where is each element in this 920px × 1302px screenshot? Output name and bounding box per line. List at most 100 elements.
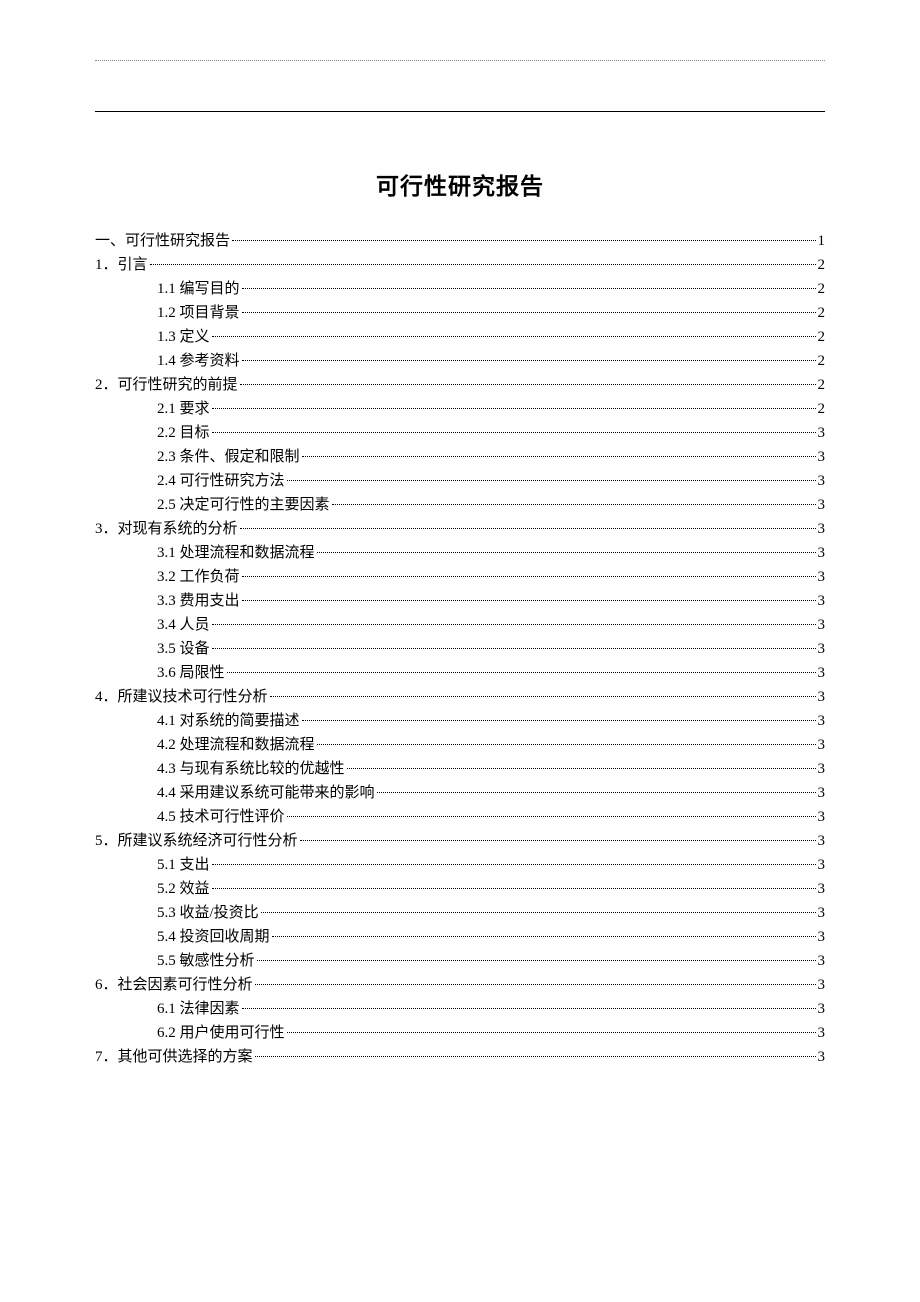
- toc-entry-page: 2: [818, 349, 826, 373]
- toc-entry: 1.4 参考资料2: [95, 349, 825, 373]
- toc-leader-dots: [300, 840, 816, 841]
- toc-entry-page: 3: [818, 949, 826, 973]
- toc-leader-dots: [212, 408, 816, 409]
- toc-entry-label: 4．所建议技术可行性分析: [95, 685, 268, 709]
- toc-entry-label: 2.5 决定可行性的主要因素: [157, 493, 330, 517]
- toc-entry: 7．其他可供选择的方案 3: [95, 1045, 825, 1069]
- toc-leader-dots: [240, 528, 816, 529]
- header-dotted-line: [95, 60, 825, 61]
- toc-entry-label: 2.3 条件、假定和限制: [157, 445, 300, 469]
- toc-entry-label: 4.4 采用建议系统可能带来的影响: [157, 781, 375, 805]
- toc-entry: 6.2 用户使用可行性3: [95, 1021, 825, 1045]
- toc-entry-label: 5．所建议系统经济可行性分析: [95, 829, 298, 853]
- toc-leader-dots: [150, 264, 816, 265]
- toc-entry-page: 3: [818, 589, 826, 613]
- toc-leader-dots: [212, 432, 816, 433]
- toc-entry-page: 3: [818, 541, 826, 565]
- toc-leader-dots: [242, 312, 816, 313]
- toc-entry-page: 3: [818, 733, 826, 757]
- toc-entry-label: 5.5 敏感性分析: [157, 949, 255, 973]
- toc-entry: 6．社会因素可行性分析3: [95, 973, 825, 997]
- toc-leader-dots: [242, 288, 816, 289]
- toc-entry-label: 5.1 支出: [157, 853, 210, 877]
- toc-entry-label: 3.5 设备: [157, 637, 210, 661]
- toc-entry-page: 3: [818, 637, 826, 661]
- toc-entry-label: 3．对现有系统的分析: [95, 517, 238, 541]
- toc-entry-page: 3: [818, 661, 826, 685]
- toc-entry: 4．所建议技术可行性分析 3: [95, 685, 825, 709]
- toc-entry-page: 3: [818, 469, 826, 493]
- toc-leader-dots: [377, 792, 816, 793]
- toc-entry-label: 2．可行性研究的前提: [95, 373, 238, 397]
- toc-entry-page: 3: [818, 517, 826, 541]
- toc-entry: 3.3 费用支出 3: [95, 589, 825, 613]
- toc-entry-page: 3: [818, 565, 826, 589]
- toc-entry-page: 3: [818, 997, 826, 1021]
- toc-entry-page: 3: [818, 445, 826, 469]
- toc-leader-dots: [240, 384, 816, 385]
- toc-leader-dots: [257, 960, 816, 961]
- toc-entry: 2.5 决定可行性的主要因素 3: [95, 493, 825, 517]
- toc-leader-dots: [302, 720, 816, 721]
- toc-entry: 4.2 处理流程和数据流程 3: [95, 733, 825, 757]
- toc-entry: 1.3 定义2: [95, 325, 825, 349]
- toc-entry-label: 1.2 项目背景: [157, 301, 240, 325]
- toc-entry-page: 3: [818, 709, 826, 733]
- toc-entry-page: 2: [818, 373, 826, 397]
- toc-entry: 1．引言2: [95, 253, 825, 277]
- toc-leader-dots: [212, 888, 816, 889]
- toc-entry-label: 3.3 费用支出: [157, 589, 240, 613]
- toc-leader-dots: [255, 1056, 816, 1057]
- toc-entry: 2.1 要求 2: [95, 397, 825, 421]
- toc-entry-page: 3: [818, 1021, 826, 1045]
- toc-leader-dots: [261, 912, 816, 913]
- toc-entry-label: 3.2 工作负荷: [157, 565, 240, 589]
- toc-leader-dots: [212, 624, 816, 625]
- toc-entry-label: 2.1 要求: [157, 397, 210, 421]
- toc-entry-page: 2: [818, 397, 826, 421]
- toc-entry-label: 3.6 局限性: [157, 661, 225, 685]
- document-title: 可行性研究报告: [95, 167, 825, 201]
- toc-entry-page: 3: [818, 421, 826, 445]
- toc-entry: 一、可行性研究报告1: [95, 229, 825, 253]
- toc-leader-dots: [227, 672, 816, 673]
- toc-entry-page: 3: [818, 757, 826, 781]
- toc-entry-label: 5.4 投资回收周期: [157, 925, 270, 949]
- toc-entry: 2.4 可行性研究方法3: [95, 469, 825, 493]
- toc-entry-page: 3: [818, 493, 826, 517]
- toc-entry: 3.4 人员3: [95, 613, 825, 637]
- toc-leader-dots: [242, 1008, 816, 1009]
- toc-leader-dots: [287, 816, 816, 817]
- toc-entry-label: 3.4 人员: [157, 613, 210, 637]
- toc-leader-dots: [287, 1032, 816, 1033]
- toc-entry-label: 7．其他可供选择的方案: [95, 1045, 253, 1069]
- toc-entry-page: 2: [818, 301, 826, 325]
- toc-entry: 4.5 技术可行性评价3: [95, 805, 825, 829]
- toc-entry-label: 3.1 处理流程和数据流程: [157, 541, 315, 565]
- toc-entry-label: 6.1 法律因素: [157, 997, 240, 1021]
- toc-entry: 5.5 敏感性分析 3: [95, 949, 825, 973]
- toc-leader-dots: [255, 984, 816, 985]
- toc-entry: 3.5 设备 3: [95, 637, 825, 661]
- toc-leader-dots: [242, 600, 816, 601]
- toc-entry-label: 2.2 目标: [157, 421, 210, 445]
- toc-entry-page: 3: [818, 685, 826, 709]
- toc-entry: 5．所建议系统经济可行性分析3: [95, 829, 825, 853]
- toc-entry-label: 1.3 定义: [157, 325, 210, 349]
- toc-leader-dots: [347, 768, 816, 769]
- toc-entry-page: 3: [818, 1045, 826, 1069]
- toc-entry-label: 6．社会因素可行性分析: [95, 973, 253, 997]
- toc-entry-label: 4.2 处理流程和数据流程: [157, 733, 315, 757]
- toc-entry-page: 3: [818, 877, 826, 901]
- toc-entry: 5.4 投资回收周期3: [95, 925, 825, 949]
- toc-entry: 2.2 目标 3: [95, 421, 825, 445]
- toc-leader-dots: [317, 552, 816, 553]
- toc-entry-label: 4.5 技术可行性评价: [157, 805, 285, 829]
- toc-leader-dots: [332, 504, 816, 505]
- toc-leader-dots: [242, 576, 816, 577]
- toc-leader-dots: [317, 744, 816, 745]
- toc-entry: 2．可行性研究的前提 2: [95, 373, 825, 397]
- toc-entry: 5.1 支出3: [95, 853, 825, 877]
- toc-leader-dots: [212, 336, 816, 337]
- toc-entry: 1.1 编写目的2: [95, 277, 825, 301]
